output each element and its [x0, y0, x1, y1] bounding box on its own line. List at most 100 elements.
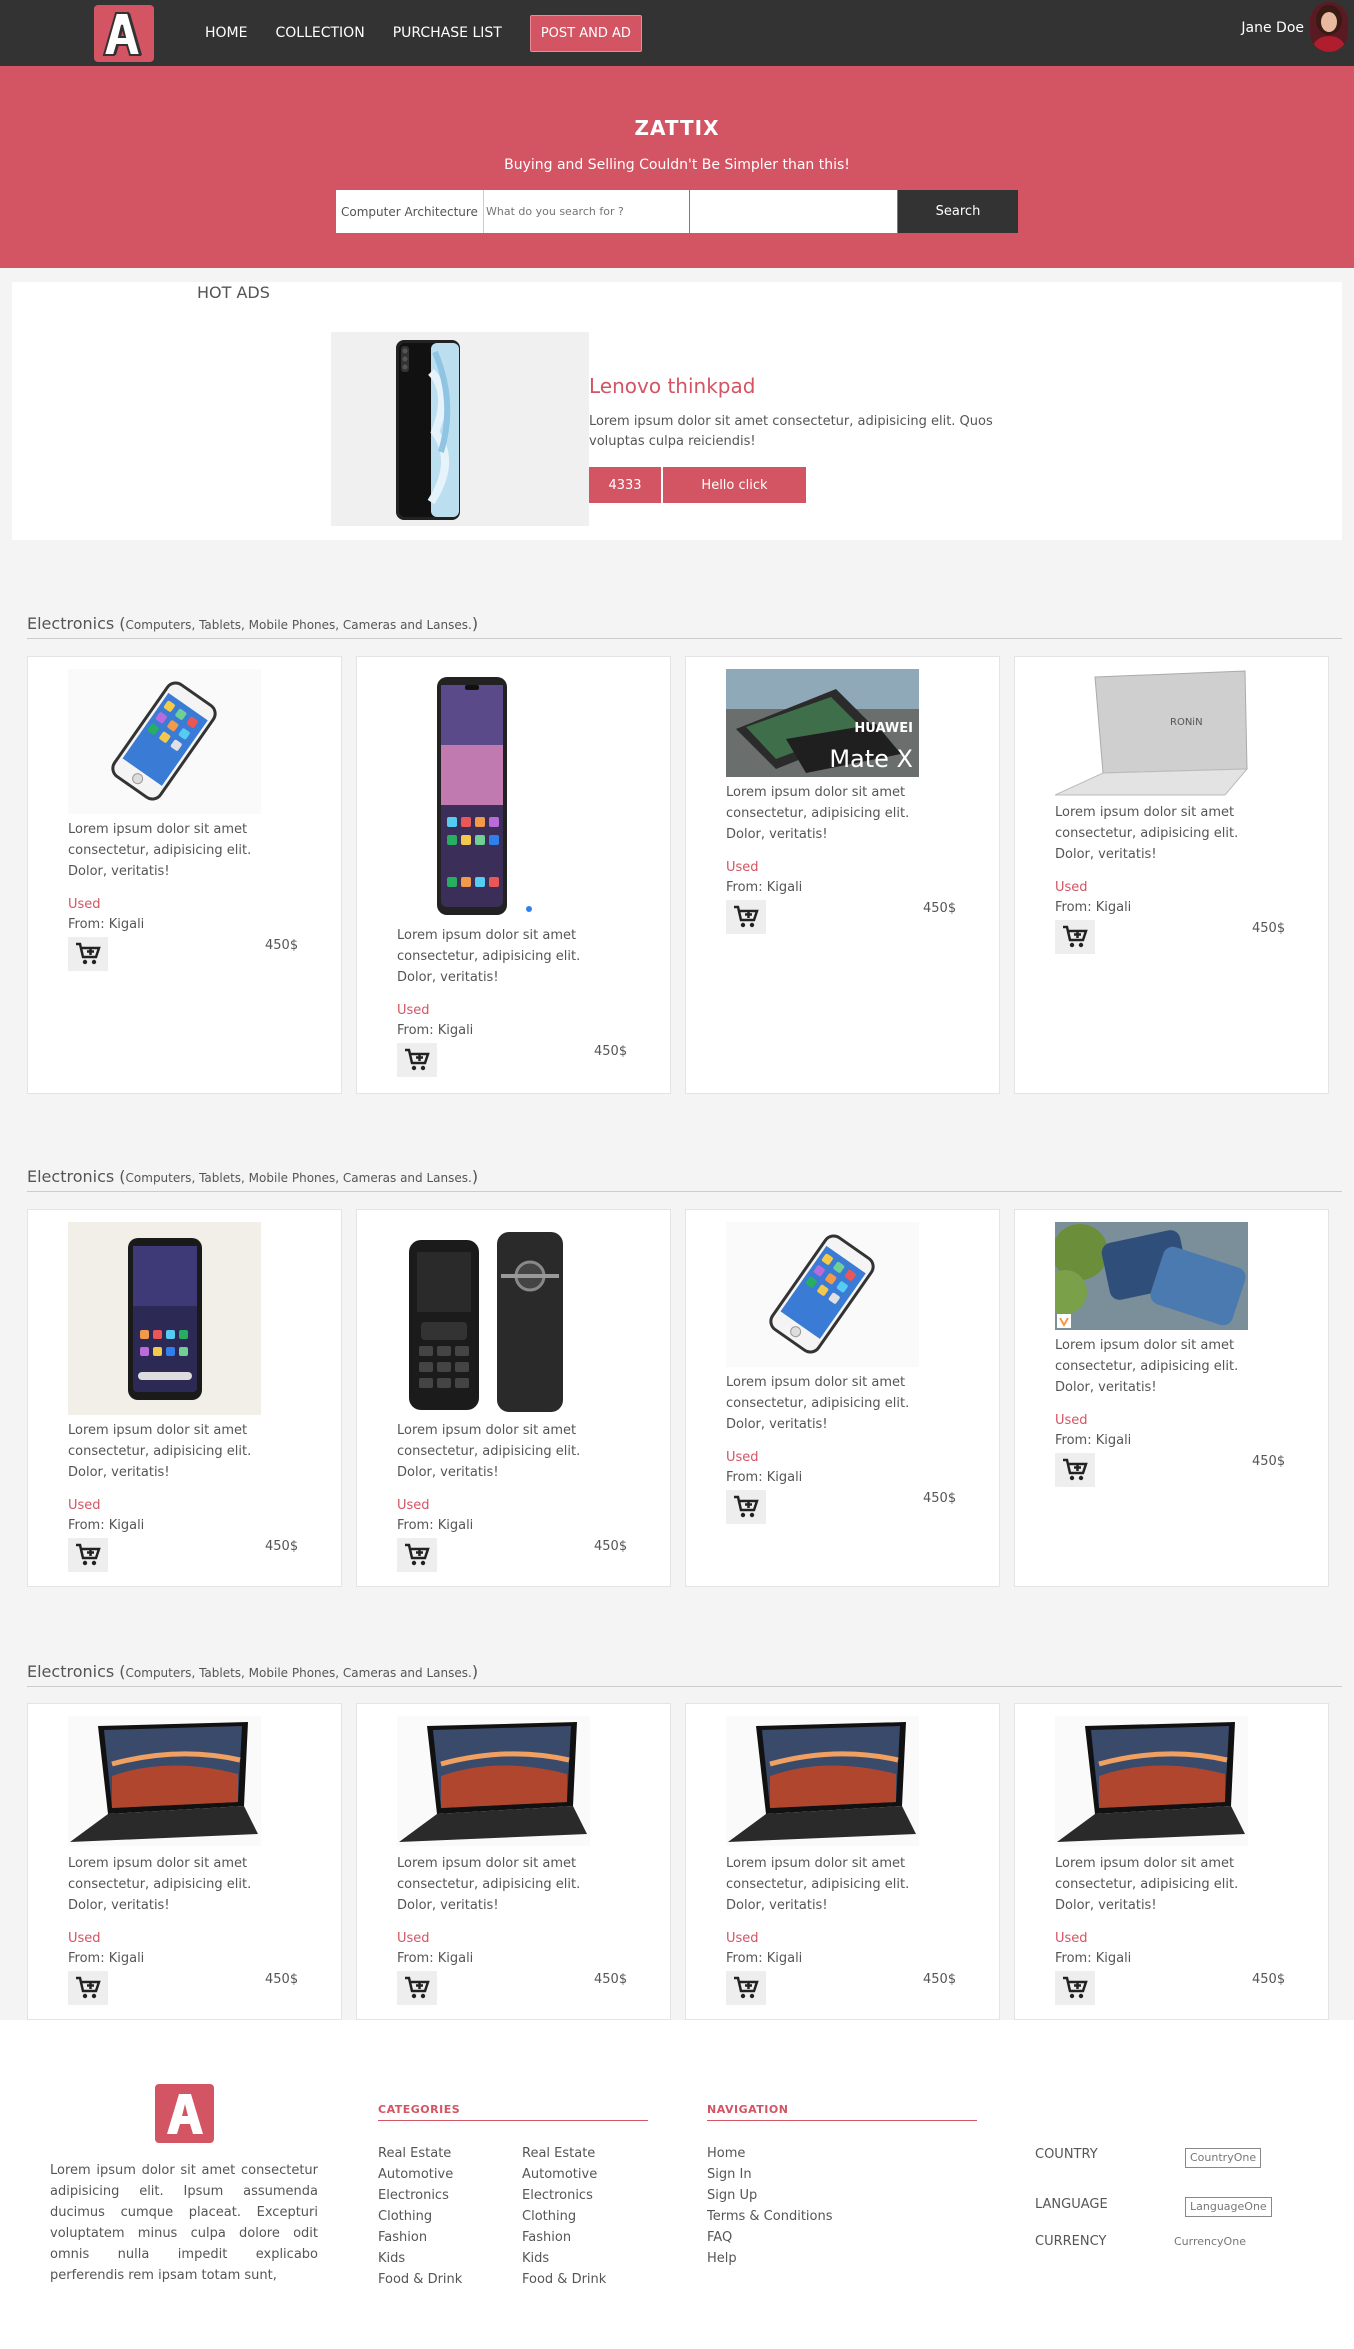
add-to-cart-button[interactable]	[68, 1538, 108, 1572]
add-to-cart-button[interactable]	[397, 1971, 437, 2005]
product-image[interactable]	[397, 677, 590, 917]
footer-category-link[interactable]: Kids	[522, 2248, 606, 2269]
footer-category-link[interactable]: Fashion	[378, 2227, 462, 2248]
footer-logo[interactable]	[155, 2084, 214, 2143]
section-divider	[27, 1686, 1342, 1687]
currency-value[interactable]: CurrencyOne	[1174, 2235, 1246, 2248]
section-name: Electronics	[27, 614, 115, 633]
product-image[interactable]	[1055, 1716, 1248, 1846]
hot-ad-name[interactable]: Lenovo thinkpad	[589, 374, 755, 398]
add-to-cart-button[interactable]	[397, 1538, 437, 1572]
add-to-cart-button[interactable]	[1055, 920, 1095, 954]
nav-home-link[interactable]: HOME	[205, 25, 247, 41]
product-card[interactable]: Lorem ipsum dolor sit amet consectetur, …	[27, 1209, 342, 1587]
hot-ad-image[interactable]	[331, 332, 589, 526]
product-card[interactable]: Lorem ipsum dolor sit amet consectetur, …	[685, 1209, 1000, 1587]
image-caption-model: Mate X	[829, 745, 913, 773]
product-card[interactable]: Lorem ipsum dolor sit amet consectetur, …	[356, 1209, 671, 1587]
footer-nav-link[interactable]: FAQ	[707, 2227, 833, 2248]
footer-category-link[interactable]: Real Estate	[378, 2143, 462, 2164]
product-image[interactable]	[1043, 1222, 1248, 1330]
add-to-cart-button[interactable]	[726, 900, 766, 934]
product-card[interactable]: RONiN Lorem ipsum dolor sit amet consect…	[1014, 656, 1329, 1094]
product-image[interactable]	[397, 1716, 590, 1846]
hot-ad-count-button[interactable]: 4333	[589, 467, 661, 503]
product-card[interactable]: HUAWEI Mate X Lorem ipsum dolor sit amet…	[685, 656, 1000, 1094]
navigation-list: Home Sign In Sign Up Terms & Conditions …	[707, 2143, 833, 2269]
product-location: From: Kigali	[726, 1951, 803, 1966]
add-to-cart-button[interactable]	[68, 1971, 108, 2005]
product-condition: Used	[397, 1003, 430, 1018]
section-title: Electronics (Computers, Tablets, Mobile …	[27, 1662, 479, 1681]
language-select[interactable]: LanguageOne	[1185, 2197, 1272, 2217]
nav-purchase-list-link[interactable]: PURCHASE LIST	[393, 25, 502, 41]
footer-category-link[interactable]: Real Estate	[522, 2143, 606, 2164]
user-name[interactable]: Jane Doe	[1241, 20, 1304, 36]
product-card[interactable]: Lorem ipsum dolor sit amet consectetur, …	[1014, 1703, 1329, 2020]
category-select[interactable]: Computer Architecture	[336, 190, 484, 233]
footer-nav-link[interactable]: Sign In	[707, 2164, 833, 2185]
product-card[interactable]: Lorem ipsum dolor sit amet consectetur, …	[356, 656, 671, 1094]
cart-plus-icon	[405, 1048, 430, 1071]
footer-category-link[interactable]: Electronics	[522, 2185, 606, 2206]
footer-category-link[interactable]: Fashion	[522, 2227, 606, 2248]
section-name: Electronics	[27, 1662, 115, 1681]
product-image[interactable]	[68, 1716, 261, 1846]
footer-category-link[interactable]: Electronics	[378, 2185, 462, 2206]
footer-nav-link[interactable]: Home	[707, 2143, 833, 2164]
product-image[interactable]: HUAWEI Mate X	[726, 669, 919, 777]
footer-nav-link[interactable]: Help	[707, 2248, 833, 2269]
product-price: 450$	[265, 1539, 299, 1554]
product-image[interactable]	[397, 1222, 590, 1415]
product-location: From: Kigali	[397, 1518, 474, 1533]
footer-category-link[interactable]: Clothing	[522, 2206, 606, 2227]
footer-category-link[interactable]: Food & Drink	[522, 2269, 606, 2290]
footer-category-link[interactable]: Automotive	[378, 2164, 462, 2185]
footer-nav-link[interactable]: Sign Up	[707, 2185, 833, 2206]
cart-plus-icon	[1063, 925, 1088, 948]
product-description: Lorem ipsum dolor sit amet consectetur, …	[726, 1856, 910, 1913]
product-card[interactable]: Lorem ipsum dolor sit amet consectetur, …	[1014, 1209, 1329, 1587]
product-image[interactable]	[68, 669, 261, 814]
product-location: From: Kigali	[726, 1470, 803, 1485]
brand-logo[interactable]	[94, 5, 154, 62]
add-to-cart-button[interactable]	[1055, 1971, 1095, 2005]
product-location: From: Kigali	[726, 880, 803, 895]
image-caption-brand: HUAWEI	[854, 721, 913, 736]
country-select[interactable]: CountryOne	[1185, 2148, 1262, 2168]
footer-category-link[interactable]: Food & Drink	[378, 2269, 462, 2290]
product-price: 450$	[923, 1972, 957, 1987]
add-to-cart-button[interactable]	[68, 937, 108, 971]
country-label: COUNTRY	[1035, 2147, 1098, 2162]
product-description: Lorem ipsum dolor sit amet consectetur, …	[1055, 1856, 1239, 1913]
product-card[interactable]: Lorem ipsum dolor sit amet consectetur, …	[27, 1703, 342, 2020]
product-description: Lorem ipsum dolor sit amet consectetur, …	[68, 822, 252, 879]
add-to-cart-button[interactable]	[1055, 1453, 1095, 1487]
add-to-cart-button[interactable]	[397, 1043, 437, 1077]
product-image[interactable]	[68, 1222, 261, 1415]
product-condition: Used	[397, 1931, 430, 1946]
avatar[interactable]	[1310, 2, 1348, 52]
product-card[interactable]: Lorem ipsum dolor sit amet consectetur, …	[27, 656, 342, 1094]
product-description: Lorem ipsum dolor sit amet consectetur, …	[397, 928, 581, 985]
location-input[interactable]	[690, 190, 897, 233]
footer-category-link[interactable]: Kids	[378, 2248, 462, 2269]
add-to-cart-button[interactable]	[726, 1490, 766, 1524]
product-card[interactable]: Lorem ipsum dolor sit amet consectetur, …	[356, 1703, 671, 2020]
nav-collection-link[interactable]: COLLECTION	[275, 25, 364, 41]
hot-ad-action-button[interactable]: Hello click	[663, 467, 806, 503]
product-card[interactable]: Lorem ipsum dolor sit amet consectetur, …	[685, 1703, 1000, 2020]
footer-category-link[interactable]: Automotive	[522, 2164, 606, 2185]
post-ad-button[interactable]: POST AND AD	[529, 14, 642, 52]
svg-text:RONiN: RONiN	[1170, 717, 1203, 728]
product-image[interactable]	[726, 1222, 919, 1367]
add-to-cart-button[interactable]	[726, 1971, 766, 2005]
section-subtitle: Computers, Tablets, Mobile Phones, Camer…	[125, 1666, 472, 1680]
footer-category-link[interactable]: Clothing	[378, 2206, 462, 2227]
categories-list-1: Real Estate Automotive Electronics Cloth…	[378, 2143, 462, 2290]
footer-nav-link[interactable]: Terms & Conditions	[707, 2206, 833, 2227]
product-image[interactable]: RONiN	[1054, 669, 1249, 799]
product-image[interactable]	[726, 1716, 919, 1846]
search-input[interactable]	[484, 190, 690, 233]
search-button[interactable]: Search	[898, 190, 1018, 233]
